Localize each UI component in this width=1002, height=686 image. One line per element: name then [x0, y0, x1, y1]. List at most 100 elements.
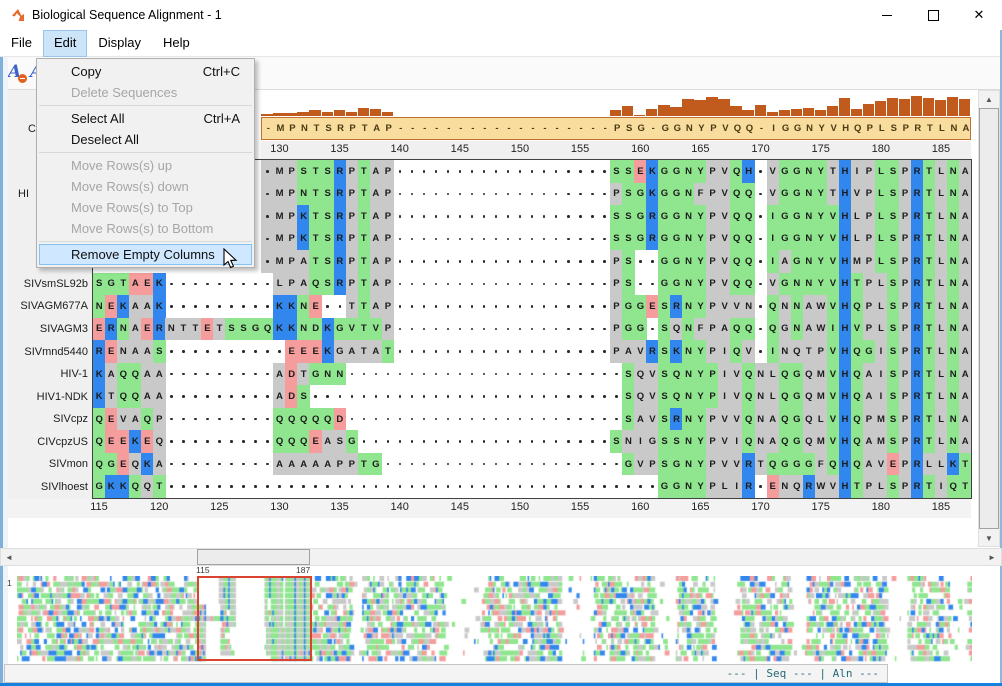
seq-cell[interactable] [466, 160, 478, 183]
seq-cell[interactable]: T [309, 205, 321, 228]
seq-cell[interactable]: G [658, 228, 670, 251]
seq-cell[interactable] [538, 430, 550, 453]
seq-cell[interactable] [273, 340, 285, 363]
seq-cell[interactable] [574, 160, 586, 183]
seq-cell[interactable]: Q [851, 385, 863, 408]
seq-cell[interactable]: N [682, 250, 694, 273]
seq-cell[interactable] [249, 295, 261, 318]
seq-cell[interactable] [562, 295, 574, 318]
seq-cell[interactable] [598, 363, 610, 386]
seq-cell[interactable]: L [935, 273, 947, 296]
seq-cell[interactable]: L [875, 273, 887, 296]
seq-cell[interactable] [406, 205, 418, 228]
seq-cell[interactable]: Y [815, 273, 827, 296]
seq-cell[interactable]: G [670, 453, 682, 476]
seq-cell[interactable]: N [947, 160, 959, 183]
seq-cell[interactable]: S [622, 205, 634, 228]
seq-cell[interactable] [586, 430, 598, 453]
seq-cell[interactable]: M [273, 205, 285, 228]
seq-cell[interactable]: S [887, 205, 899, 228]
seq-cell[interactable] [394, 340, 406, 363]
seq-cell[interactable] [574, 205, 586, 228]
seq-cell[interactable] [237, 385, 249, 408]
seq-cell[interactable]: V [730, 295, 742, 318]
seq-cell[interactable] [189, 430, 201, 453]
seq-cell[interactable]: E [117, 453, 129, 476]
seq-cell[interactable]: N [682, 430, 694, 453]
seq-cell[interactable] [189, 385, 201, 408]
seq-cell[interactable]: A [141, 295, 153, 318]
seq-cell[interactable] [574, 408, 586, 431]
seq-cell[interactable] [574, 340, 586, 363]
seq-cell[interactable] [442, 205, 454, 228]
seq-cell[interactable] [406, 318, 418, 341]
seq-cell[interactable]: Q [93, 453, 105, 476]
seq-cell[interactable]: H [839, 160, 851, 183]
seq-cell[interactable]: P [646, 453, 658, 476]
seq-cell[interactable] [394, 250, 406, 273]
seq-cell[interactable]: G [863, 340, 875, 363]
seq-cell[interactable] [213, 475, 225, 498]
seq-cell[interactable] [358, 363, 370, 386]
overview-selection-box[interactable] [197, 576, 312, 661]
seq-cell[interactable]: R [334, 160, 346, 183]
seq-cell[interactable] [598, 453, 610, 476]
seq-cell[interactable]: R [334, 250, 346, 273]
seq-cell[interactable] [502, 340, 514, 363]
seq-cell[interactable]: S [658, 318, 670, 341]
seq-cell[interactable] [430, 205, 442, 228]
seq-cell[interactable]: K [646, 183, 658, 206]
seq-cell[interactable]: A [129, 273, 141, 296]
seq-cell[interactable]: P [899, 273, 911, 296]
seq-cell[interactable] [514, 340, 526, 363]
seq-cell[interactable] [634, 273, 646, 296]
seq-cell[interactable]: N [117, 318, 129, 341]
seq-cell[interactable]: Y [815, 205, 827, 228]
seq-cell[interactable]: V [827, 340, 839, 363]
seq-cell[interactable] [526, 363, 538, 386]
seq-cell[interactable] [261, 340, 273, 363]
seq-cell[interactable] [418, 250, 430, 273]
seq-cell[interactable] [610, 408, 622, 431]
seq-cell[interactable]: A [297, 273, 309, 296]
seq-cell[interactable]: V [718, 453, 730, 476]
seq-cell[interactable]: G [634, 295, 646, 318]
seq-cell[interactable] [490, 453, 502, 476]
seq-cell[interactable] [382, 385, 394, 408]
seq-cell[interactable]: A [322, 430, 334, 453]
seq-cell[interactable]: K [93, 363, 105, 386]
seq-cell[interactable] [586, 385, 598, 408]
seq-cell[interactable] [237, 408, 249, 431]
seq-cell[interactable]: P [706, 363, 718, 386]
minimize-button[interactable] [864, 0, 910, 30]
seq-cell[interactable] [502, 228, 514, 251]
seq-cell[interactable] [225, 385, 237, 408]
seq-cell[interactable]: R [670, 408, 682, 431]
seq-cell[interactable]: V [827, 430, 839, 453]
seq-cell[interactable]: T [923, 475, 935, 498]
seq-cell[interactable]: H [839, 385, 851, 408]
seq-cell[interactable]: M [815, 363, 827, 386]
seq-cell[interactable]: N [947, 318, 959, 341]
seq-cell[interactable] [526, 408, 538, 431]
seq-cell[interactable]: A [346, 340, 358, 363]
seq-cell[interactable] [478, 385, 490, 408]
seq-cell[interactable]: P [706, 160, 718, 183]
seq-cell[interactable] [442, 340, 454, 363]
seq-cell[interactable]: P [899, 475, 911, 498]
seq-cell[interactable]: Q [285, 408, 297, 431]
seq-cell[interactable] [598, 228, 610, 251]
seq-cell[interactable] [526, 205, 538, 228]
seq-cell[interactable]: Y [694, 475, 706, 498]
seq-cell[interactable] [526, 250, 538, 273]
seq-cell[interactable]: P [706, 453, 718, 476]
seq-cell[interactable]: R [911, 250, 923, 273]
seq-cell[interactable] [586, 340, 598, 363]
seq-cell[interactable]: S [322, 160, 334, 183]
seq-cell[interactable] [189, 475, 201, 498]
seq-cell[interactable]: A [129, 318, 141, 341]
seq-cell[interactable] [598, 160, 610, 183]
seq-cell[interactable]: T [309, 183, 321, 206]
seq-cell[interactable]: A [141, 385, 153, 408]
seq-cell[interactable]: Y [694, 250, 706, 273]
